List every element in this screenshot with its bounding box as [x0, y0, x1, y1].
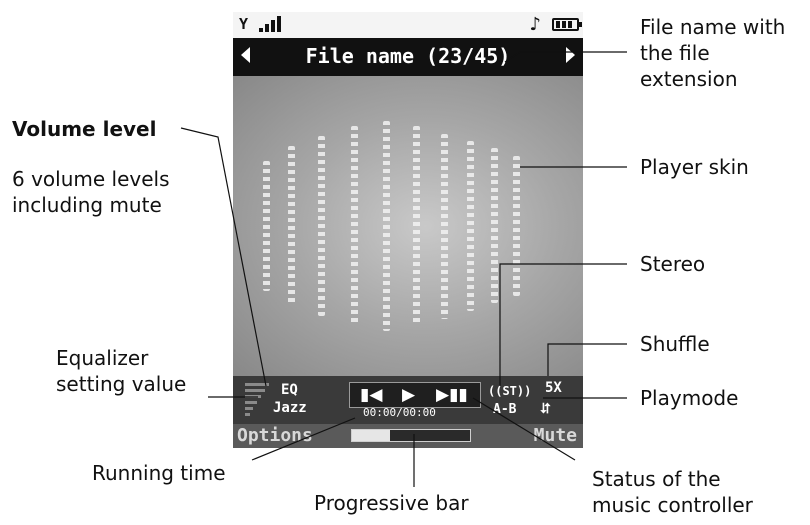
- repeat-icon[interactable]: ⮃: [540, 401, 551, 417]
- file-name-title: File name (23/45): [305, 44, 511, 68]
- stereo-callout: Stereo: [640, 252, 706, 276]
- status-controller-callout: Status of the music controller: [592, 467, 753, 517]
- player-skin: [233, 76, 583, 376]
- status-bar: Y ♪: [233, 12, 583, 38]
- arrow-right-icon[interactable]: [566, 47, 575, 63]
- equalizer-callout: Equalizer setting value: [56, 346, 187, 396]
- options-softkey[interactable]: Options: [237, 425, 313, 446]
- running-time-callout: Running time: [92, 461, 226, 485]
- previous-track-icon[interactable]: ▮◀: [360, 385, 382, 405]
- volume-level-indicator[interactable]: [245, 383, 269, 419]
- playmode-callout: Playmode: [640, 386, 739, 410]
- phone-screen: Y ♪ File name (23/45) EQ Jazz ▮◀ ▶ ▶▮▮ 0…: [233, 12, 583, 448]
- shuffle-callout: Shuffle: [640, 332, 710, 356]
- stereo-indicator: ((ST)): [488, 384, 532, 398]
- title-bar: File name (23/45): [233, 38, 583, 76]
- volume-level-callout: Volume level: [12, 117, 157, 141]
- play-icon[interactable]: ▶: [402, 385, 415, 405]
- equalizer-label: EQ: [281, 382, 298, 398]
- equalizer-value: Jazz: [273, 400, 307, 416]
- ab-repeat-indicator: A-B: [493, 402, 517, 417]
- shuffle-icon[interactable]: 5X: [545, 380, 562, 396]
- player-skin-callout: Player skin: [640, 155, 749, 179]
- softkey-bar: Options Mute: [233, 424, 583, 448]
- signal-strength-icon: [259, 16, 281, 32]
- progressive-bar-callout: Progressive bar: [314, 491, 469, 515]
- file-name-callout: File name with the file extension: [640, 15, 786, 91]
- progress-fill: [352, 430, 390, 441]
- volume-description: 6 volume levels including mute: [12, 167, 170, 217]
- music-note-icon: ♪: [529, 14, 542, 35]
- running-time: 00:00/00:00: [363, 406, 436, 419]
- next-track-icon[interactable]: ▶▮▮: [436, 385, 468, 405]
- progress-bar[interactable]: [351, 429, 471, 442]
- signal-antenna-icon: Y: [239, 15, 248, 33]
- battery-icon: [552, 18, 582, 31]
- mute-softkey[interactable]: Mute: [534, 425, 577, 446]
- music-controller: ▮◀ ▶ ▶▮▮: [349, 382, 481, 408]
- control-panel: EQ Jazz ▮◀ ▶ ▶▮▮ 00:00/00:00 ((ST)) 5X A…: [233, 376, 583, 424]
